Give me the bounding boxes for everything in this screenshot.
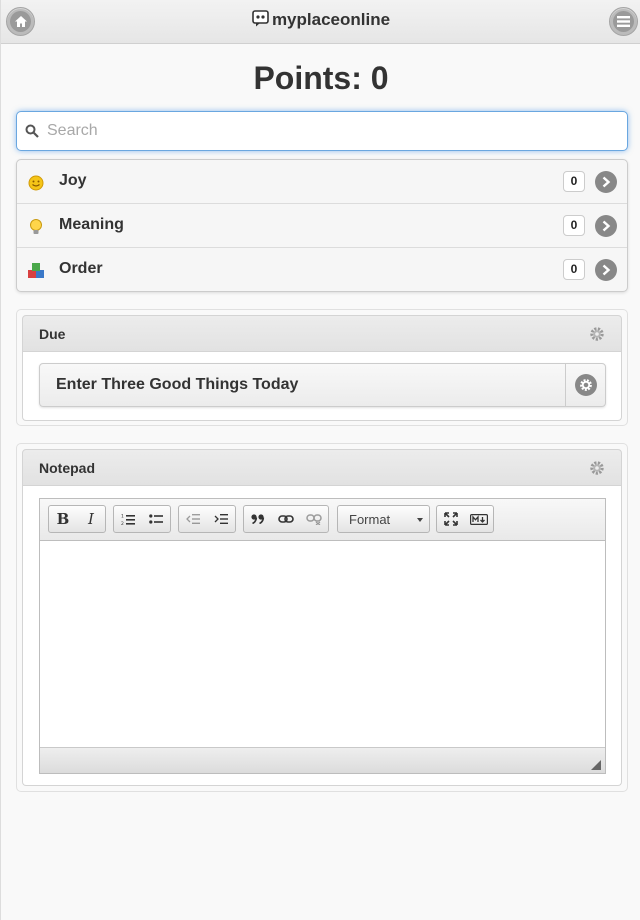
bold-button[interactable]: B xyxy=(49,506,77,532)
app-header: myplaceonline xyxy=(1,0,640,44)
numbered-list-button[interactable]: 12 xyxy=(114,506,142,532)
italic-button[interactable]: I xyxy=(77,506,105,532)
due-panel-body: Enter Three Good Things Today xyxy=(22,352,622,421)
chevron-right-icon xyxy=(595,171,617,193)
due-panel-title: Due xyxy=(39,326,66,342)
category-list: Joy 0 Meaning 0 Order 0 xyxy=(16,159,628,292)
svg-text:2: 2 xyxy=(121,521,124,526)
rich-text-editor: B I 12 Format xyxy=(39,498,606,774)
fullscreen-icon xyxy=(444,512,458,526)
quote-icon xyxy=(251,514,265,524)
insert-group xyxy=(243,505,329,533)
search-box[interactable] xyxy=(16,111,628,151)
bullet-list-icon xyxy=(149,514,163,524)
notepad-panel-title: Notepad xyxy=(39,460,95,476)
count-badge: 0 xyxy=(563,171,585,192)
bold-icon: B xyxy=(56,510,70,528)
notepad-panel-header: Notepad xyxy=(22,449,622,486)
due-panel-header: Due xyxy=(22,315,622,352)
editor-statusbar xyxy=(40,747,605,773)
unlink-button[interactable] xyxy=(300,506,328,532)
editor-toolbar: B I 12 Format xyxy=(40,499,605,541)
link-icon xyxy=(278,515,294,523)
gear-icon[interactable] xyxy=(588,325,606,343)
search-icon xyxy=(25,124,39,138)
count-badge: 0 xyxy=(563,259,585,280)
blocks-icon xyxy=(27,262,45,280)
indent-icon xyxy=(214,514,228,524)
blockquote-button[interactable] xyxy=(244,506,272,532)
indent-group xyxy=(178,505,236,533)
italic-icon: I xyxy=(88,510,94,528)
format-dropdown[interactable]: Format xyxy=(337,505,430,533)
notepad-panel: Notepad B I 12 Format xyxy=(16,443,628,792)
app-title-text: myplaceonline xyxy=(271,10,391,29)
svg-text:1: 1 xyxy=(121,513,124,519)
category-item-joy[interactable]: Joy 0 xyxy=(17,160,627,204)
category-item-order[interactable]: Order 0 xyxy=(17,248,627,291)
bullet-list-button[interactable] xyxy=(142,506,170,532)
search-input[interactable] xyxy=(47,122,627,140)
chevron-down-icon xyxy=(417,518,423,522)
due-item-settings-button[interactable] xyxy=(565,364,605,406)
due-item-button[interactable]: Enter Three Good Things Today xyxy=(39,363,606,407)
notepad-textarea[interactable] xyxy=(40,541,605,747)
unlink-icon xyxy=(306,514,322,525)
outdent-icon xyxy=(186,514,200,524)
notepad-panel-body: B I 12 Format xyxy=(22,486,622,786)
fullscreen-button[interactable] xyxy=(437,506,465,532)
smiley-icon xyxy=(27,174,45,192)
category-label: Joy xyxy=(59,172,87,189)
markdown-button[interactable] xyxy=(465,506,493,532)
format-dropdown-label: Format xyxy=(349,512,391,527)
due-panel: Due Enter Three Good Things Today xyxy=(16,309,628,426)
lightbulb-icon xyxy=(27,218,45,236)
indent-button[interactable] xyxy=(207,506,235,532)
chevron-right-icon xyxy=(595,259,617,281)
chevron-right-icon xyxy=(595,215,617,237)
count-badge: 0 xyxy=(563,215,585,236)
markdown-icon xyxy=(470,513,488,525)
points-heading: Points: 0 xyxy=(253,60,389,96)
gear-icon[interactable] xyxy=(588,459,606,477)
list-group: 12 xyxy=(113,505,171,533)
link-button[interactable] xyxy=(272,506,300,532)
category-item-meaning[interactable]: Meaning 0 xyxy=(17,204,627,248)
category-label: Meaning xyxy=(59,216,124,233)
view-group xyxy=(436,505,494,533)
app-title[interactable]: myplaceonline xyxy=(1,10,640,32)
due-item-label: Enter Three Good Things Today xyxy=(56,376,299,393)
text-style-group: B I xyxy=(48,505,106,533)
category-label: Order xyxy=(59,260,103,277)
resize-grip-icon[interactable] xyxy=(591,760,601,770)
numbered-list-icon: 12 xyxy=(121,513,135,526)
menu-button[interactable] xyxy=(609,7,638,36)
chat-logo-icon xyxy=(252,10,269,32)
menu-icon xyxy=(613,11,634,32)
outdent-button[interactable] xyxy=(179,506,207,532)
gear-icon xyxy=(574,374,597,396)
